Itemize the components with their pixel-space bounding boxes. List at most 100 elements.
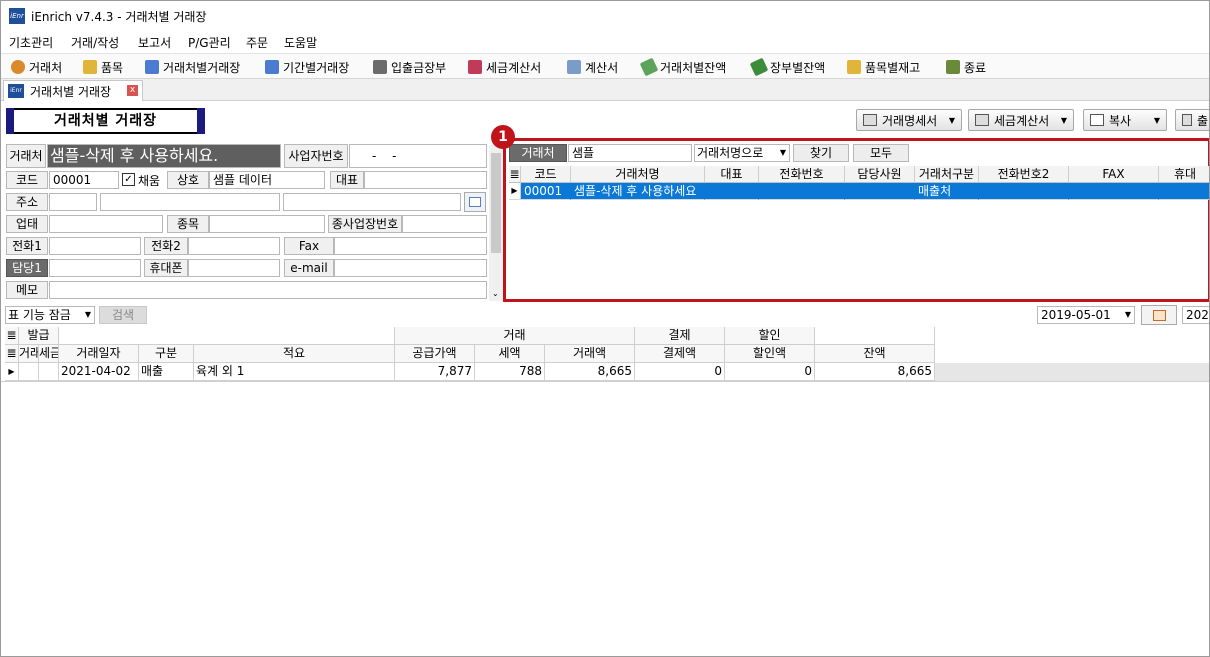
search-row-phone2[interactable] — [979, 183, 1069, 200]
zipcode-field[interactable] — [49, 193, 97, 211]
toolbar-stock-button[interactable]: 품목별재고 — [847, 57, 920, 77]
biz-no-field[interactable]: - - — [349, 144, 487, 168]
grid-lock-select[interactable]: 표 기능 잠금 ▼ — [5, 306, 95, 324]
col-issue-tax[interactable]: 세금 — [39, 345, 59, 363]
ceo-field[interactable] — [364, 171, 487, 189]
col-discount[interactable]: 할인액 — [725, 345, 815, 363]
biz-type-field[interactable] — [49, 215, 163, 233]
col-phone2[interactable]: 전화번호2 — [979, 166, 1069, 183]
ledger-row-balance[interactable]: 8,665 — [815, 363, 935, 381]
menu-order[interactable]: 주문 — [246, 34, 268, 51]
col-date[interactable]: 거래일자 — [59, 345, 139, 363]
mobile-field[interactable] — [188, 259, 280, 277]
memo-field[interactable] — [49, 281, 487, 299]
statement-button[interactable]: 거래명세서 ▼ — [856, 109, 962, 131]
ledger-row-summary[interactable]: 육계 외 1 — [194, 363, 395, 381]
search-row-ceo[interactable] — [705, 183, 759, 200]
scroll-thumb[interactable] — [491, 153, 501, 253]
ledger-row-tax[interactable]: 788 — [475, 363, 545, 381]
customer-name-field[interactable]: 샘플-삭제 후 사용하세요. — [47, 144, 281, 168]
search-row-code[interactable]: 00001 — [521, 183, 571, 200]
col-type[interactable]: 거래처구분 — [915, 166, 979, 183]
address-field[interactable] — [100, 193, 280, 211]
col-mobile[interactable]: 휴대 — [1159, 166, 1209, 183]
ledger-row-discount[interactable]: 0 — [725, 363, 815, 381]
toolbar-tax-invoice-button[interactable]: 세금계산서 — [468, 57, 541, 77]
search-query-input[interactable]: 샘플 — [568, 144, 692, 162]
col-issue-transaction[interactable]: 거래 — [19, 345, 39, 363]
ledger-row-kind[interactable]: 매출 — [139, 363, 194, 381]
search-row-phone[interactable] — [759, 183, 845, 200]
menu-help[interactable]: 도움말 — [284, 34, 317, 51]
copy-button[interactable]: 복사 ▼ — [1083, 109, 1167, 131]
chevron-down-icon[interactable]: ▼ — [1148, 116, 1160, 125]
date-to-field[interactable]: 2021- — [1182, 306, 1209, 324]
toolbar-period-ledger-button[interactable]: 기간별거래장 — [265, 57, 349, 77]
code-field[interactable]: 00001 — [49, 171, 119, 189]
print-button[interactable]: 출 — [1175, 109, 1209, 131]
ledger-row-date[interactable]: 2021-04-02 — [59, 363, 139, 381]
form-scrollbar[interactable]: ⌄ — [489, 145, 503, 301]
toolbar-exit-button[interactable]: 종료 — [946, 57, 986, 77]
toolbar-customer-balance-button[interactable]: 거래처별잔액 — [639, 57, 726, 77]
search-row-fax[interactable] — [1069, 183, 1159, 200]
col-tax[interactable]: 세액 — [475, 345, 545, 363]
col-code[interactable]: 코드 — [521, 166, 571, 183]
address-search-button[interactable] — [464, 192, 486, 212]
search-customer-label: 거래처 — [509, 144, 567, 162]
toolbar-customer-button[interactable]: 거래처 — [11, 57, 62, 77]
col-ceo[interactable]: 대표 — [705, 166, 759, 183]
col-balance[interactable]: 잔액 — [815, 345, 935, 363]
toolbar-invoice-button[interactable]: 계산서 — [567, 57, 618, 77]
ledger-row-paid[interactable]: 0 — [635, 363, 725, 381]
toolbar-item-button[interactable]: 품목 — [83, 57, 123, 77]
col-paid[interactable]: 결제액 — [635, 345, 725, 363]
fax-field[interactable] — [334, 237, 487, 255]
ledger-corner: ≣ — [5, 327, 19, 345]
tax-invoice-button[interactable]: 세금계산서 ▼ — [968, 109, 1074, 131]
toolbar-cashbook-button[interactable]: 입출금장부 — [373, 57, 446, 77]
calendar-button[interactable] — [1141, 305, 1177, 325]
ledger-row-tax-issue[interactable] — [39, 363, 59, 381]
chevron-down-icon[interactable]: ▼ — [943, 116, 955, 125]
col-name[interactable]: 거래처명 — [571, 166, 705, 183]
col-manager[interactable]: 담당사원 — [845, 166, 915, 183]
search-row-name[interactable]: 샘플-삭제 후 사용하세요 — [571, 183, 705, 200]
search-row-mobile[interactable] — [1159, 183, 1209, 200]
show-all-button[interactable]: 모두 — [853, 144, 909, 162]
company-field[interactable]: 샘플 데이터 — [209, 171, 325, 189]
chevron-down-icon[interactable]: ▼ — [1055, 116, 1067, 125]
search-row-manager[interactable] — [845, 183, 915, 200]
chevron-down-icon[interactable]: ⌄ — [492, 289, 499, 298]
toolbar-book-balance-button[interactable]: 장부별잔액 — [749, 57, 825, 77]
menu-pg[interactable]: P/G관리 — [188, 34, 231, 51]
find-button[interactable]: 찾기 — [793, 144, 849, 162]
search-button[interactable]: 검색 — [99, 306, 147, 324]
ledger-row-issue[interactable] — [19, 363, 39, 381]
email-field[interactable] — [334, 259, 487, 277]
col-amount[interactable]: 거래액 — [545, 345, 635, 363]
date-from-field[interactable]: 2019-05-01 ▼ — [1037, 306, 1135, 324]
phone1-field[interactable] — [49, 237, 141, 255]
tab-customer-ledger[interactable]: iEnr 거래처별 거래장 x — [3, 80, 143, 101]
menu-transaction[interactable]: 거래/작성 — [71, 34, 119, 51]
address-detail-field[interactable] — [283, 193, 461, 211]
close-icon[interactable]: x — [127, 85, 138, 96]
col-kind[interactable]: 구분 — [139, 345, 194, 363]
phone2-field[interactable] — [188, 237, 280, 255]
menu-basic[interactable]: 기초관리 — [9, 34, 53, 51]
branch-no-field[interactable] — [402, 215, 487, 233]
col-fax[interactable]: FAX — [1069, 166, 1159, 183]
biz-item-field[interactable] — [209, 215, 325, 233]
search-mode-select[interactable]: 거래처명으로 ▼ — [694, 144, 790, 162]
col-supply[interactable]: 공급가액 — [395, 345, 475, 363]
menu-report[interactable]: 보고서 — [138, 34, 171, 51]
col-phone[interactable]: 전화번호 — [759, 166, 845, 183]
manager-field[interactable] — [49, 259, 141, 277]
ledger-row-supply[interactable]: 7,877 — [395, 363, 475, 381]
auto-fill-checkbox[interactable]: ✓ — [122, 173, 135, 186]
search-row-type[interactable]: 매출처 — [915, 183, 979, 200]
toolbar-customer-ledger-button[interactable]: 거래처별거래장 — [145, 57, 240, 77]
col-summary[interactable]: 적요 — [194, 345, 395, 363]
ledger-row-amount[interactable]: 8,665 — [545, 363, 635, 381]
